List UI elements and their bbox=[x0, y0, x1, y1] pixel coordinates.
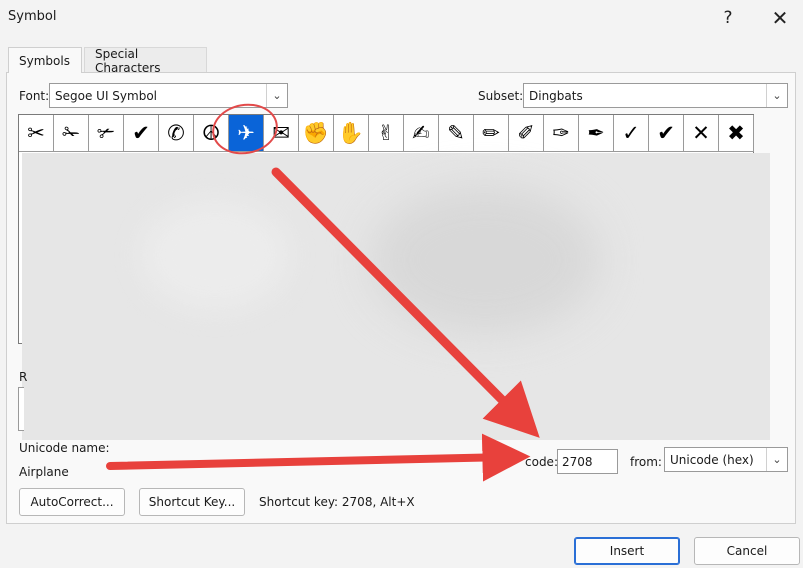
font-select-value: Segoe UI Symbol bbox=[55, 88, 157, 103]
cancel-button-label: Cancel bbox=[726, 544, 768, 558]
symbol-cell[interactable]: ✃ bbox=[89, 115, 124, 152]
tab-special-characters-label: Special Characters bbox=[95, 46, 161, 75]
symbol-cell[interactable]: ✊ bbox=[299, 115, 334, 152]
insert-button-label: Insert bbox=[609, 544, 645, 558]
symbol-cell[interactable]: ✏ bbox=[474, 115, 509, 152]
character-code-input[interactable]: 2708 bbox=[557, 449, 618, 474]
title-bar: Symbol ? ✕ bbox=[0, 0, 803, 36]
symbol-cell[interactable]: ✐ bbox=[509, 115, 544, 152]
unicode-name-label: Unicode name: bbox=[19, 441, 110, 455]
tab-symbols-label: Symbols bbox=[19, 53, 70, 68]
chevron-down-icon[interactable]: ⌄ bbox=[766, 448, 787, 471]
symbol-cell[interactable]: ✋ bbox=[334, 115, 369, 152]
shortcut-key-info: Shortcut key: 2708, Alt+X bbox=[259, 495, 415, 509]
symbol-row: ✂ ✁ ✃ ✔ ✆ ☮ ✈ ✉ ✊ ✋ ✌ ✍ ✎ ✏ ✐ ✑ ✒ ✓ ✔ ✕ ✖ bbox=[19, 115, 754, 152]
symbol-cell[interactable]: ✁ bbox=[54, 115, 89, 152]
subset-label: Subset: bbox=[478, 89, 524, 103]
tab-special-characters[interactable]: Special Characters bbox=[84, 46, 207, 75]
blur-shade bbox=[140, 200, 290, 310]
symbol-cell[interactable]: ✆ bbox=[159, 115, 194, 152]
symbol-cell[interactable]: ✕ bbox=[684, 115, 719, 152]
symbol-cell[interactable]: ✌ bbox=[369, 115, 404, 152]
from-select[interactable]: Unicode (hex) ⌄ bbox=[664, 447, 788, 472]
unicode-name-value: Airplane bbox=[19, 465, 69, 479]
cancel-button[interactable]: Cancel bbox=[694, 537, 800, 565]
chevron-down-icon[interactable]: ⌄ bbox=[766, 84, 787, 107]
symbol-cell[interactable]: ✔ bbox=[124, 115, 159, 152]
font-label: Font: bbox=[19, 89, 50, 103]
chevron-down-icon[interactable]: ⌄ bbox=[266, 84, 287, 107]
shortcut-key-button-label: Shortcut Key... bbox=[148, 495, 236, 509]
from-label: from: bbox=[630, 455, 662, 469]
blur-shade bbox=[370, 185, 600, 335]
symbol-cell[interactable]: ✂ bbox=[19, 115, 54, 152]
from-select-value: Unicode (hex) bbox=[670, 452, 754, 467]
symbol-cell[interactable]: ✍ bbox=[404, 115, 439, 152]
shortcut-key-button[interactable]: Shortcut Key... bbox=[139, 488, 245, 516]
symbol-cell[interactable]: ✖ bbox=[719, 115, 754, 152]
help-icon[interactable]: ? bbox=[710, 4, 746, 32]
subset-select-value: Dingbats bbox=[529, 88, 583, 103]
autocorrect-button[interactable]: AutoCorrect... bbox=[19, 488, 125, 516]
subset-select[interactable]: Dingbats ⌄ bbox=[523, 83, 788, 108]
symbol-cell[interactable]: ✔ bbox=[649, 115, 684, 152]
recent-symbols-fragment bbox=[18, 387, 24, 431]
tab-symbols[interactable]: Symbols bbox=[8, 47, 82, 73]
autocorrect-button-label: AutoCorrect... bbox=[30, 495, 114, 509]
insert-button[interactable]: Insert bbox=[574, 537, 680, 565]
character-code-label: code: bbox=[525, 455, 558, 469]
close-icon[interactable]: ✕ bbox=[762, 4, 798, 32]
recent-label-fragment: R bbox=[19, 370, 28, 384]
symbol-cell[interactable]: ✑ bbox=[544, 115, 579, 152]
symbol-cell[interactable]: ✒ bbox=[579, 115, 614, 152]
character-code-value: 2708 bbox=[562, 454, 593, 469]
symbol-cell[interactable]: ✎ bbox=[439, 115, 474, 152]
symbol-cell[interactable]: ✓ bbox=[614, 115, 649, 152]
dialog-title: Symbol bbox=[8, 9, 57, 24]
